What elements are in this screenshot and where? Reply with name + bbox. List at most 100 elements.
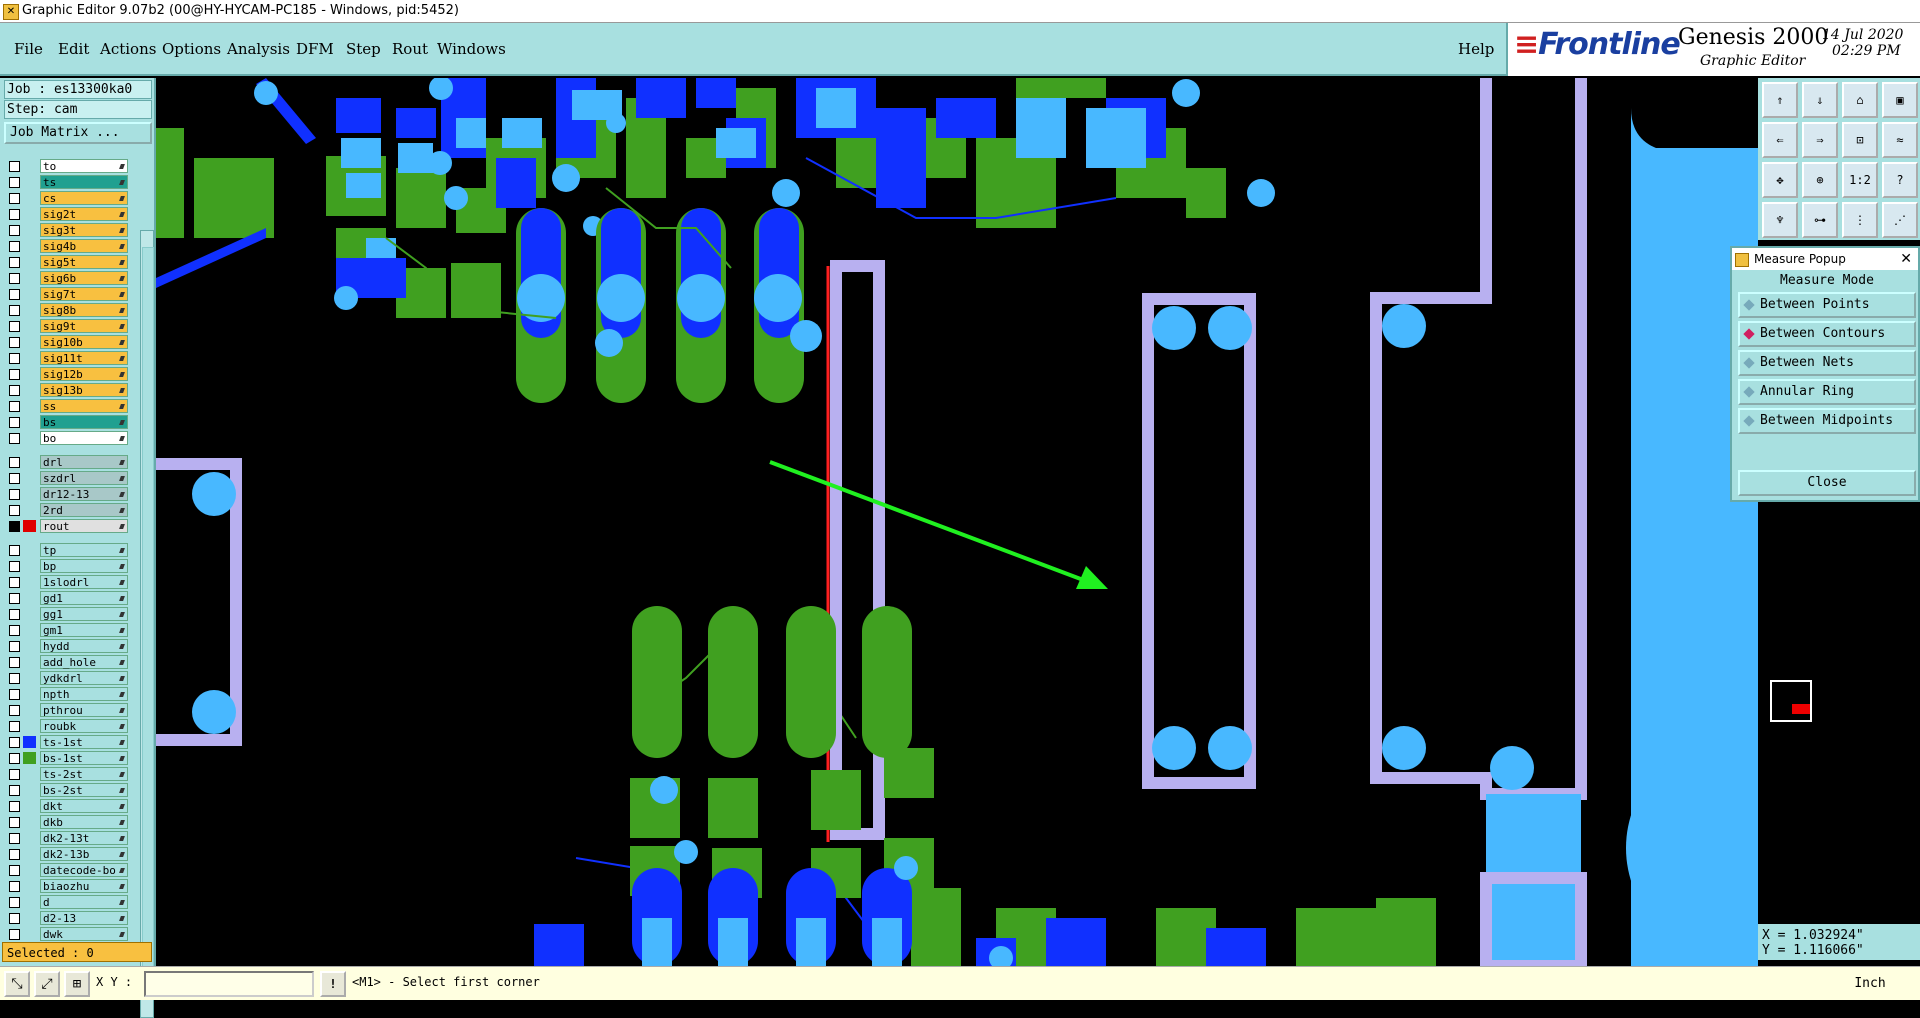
alert-icon[interactable]: ! [320,971,346,997]
layer-color-swatch[interactable] [23,736,36,748]
layer-color-swatch[interactable] [23,544,36,556]
help-icon[interactable]: ? [1882,162,1918,198]
layer-color-swatch[interactable] [23,352,36,364]
layer-checkbox[interactable] [9,897,20,908]
layer-name[interactable]: ydkdrl [40,671,128,685]
layer-name[interactable]: dkb [40,815,128,829]
layer-name[interactable]: dkt [40,799,128,813]
layer-row-sig4b[interactable]: sig4b [6,238,128,254]
layer-checkbox[interactable] [9,833,20,844]
xy-input[interactable] [144,971,314,997]
layer-row-sig10b[interactable]: sig10b [6,334,128,350]
layer-name[interactable]: sig12b [40,367,128,381]
layer-row-ts[interactable]: ts [6,174,128,190]
scale-icon[interactable]: 1:2 [1842,162,1878,198]
layer-name[interactable]: dk2-13b [40,847,128,861]
menu-help[interactable]: Help [1458,23,1494,76]
menu-analysis[interactable]: Analysis [227,23,290,76]
layer-name[interactable]: npth [40,687,128,701]
layer-checkbox[interactable] [9,641,20,652]
layer-name[interactable]: dr12-13 [40,487,128,501]
layer-checkbox[interactable] [9,225,20,236]
layer-row-drl[interactable]: drl [6,454,128,470]
layer-row-ts-2st[interactable]: ts-2st [6,766,128,782]
layer-row-hydd[interactable]: hydd [6,638,128,654]
layer-row-sig9t[interactable]: sig9t [6,318,128,334]
layer-color-swatch[interactable] [23,752,36,764]
layer-row-dr12-13[interactable]: dr12-13 [6,486,128,502]
layer-name[interactable]: d2-13 [40,911,128,925]
layer-row-bs[interactable]: bs [6,414,128,430]
layer-checkbox[interactable] [9,929,20,940]
layer-checkbox[interactable] [9,753,20,764]
layer-color-swatch[interactable] [23,592,36,604]
layer-color-swatch[interactable] [23,160,36,172]
layer-tool-icon[interactable]: ⋰ [1882,202,1918,238]
menu-actions[interactable]: Actions [100,23,156,76]
layer-name[interactable]: roubk [40,719,128,733]
zoom-in-icon[interactable]: ⇑ [1762,82,1798,118]
layer-name[interactable]: ss [40,399,128,413]
layer-checkbox[interactable] [9,801,20,812]
center-icon[interactable]: ⊕ [1802,162,1838,198]
pan-right-icon[interactable]: ⇒ [1802,122,1838,158]
measure-close-button[interactable]: Close [1738,470,1916,496]
mode-annular-ring[interactable]: Annular Ring [1738,379,1916,405]
layer-row-ydkdrl[interactable]: ydkdrl [6,670,128,686]
layer-row-bs-1st[interactable]: bs-1st [6,750,128,766]
layer-color-swatch[interactable] [23,848,36,860]
layer-checkbox[interactable] [9,177,20,188]
layer-color-swatch[interactable] [23,896,36,908]
layer-row-sig13b[interactable]: sig13b [6,382,128,398]
overview-minimap[interactable] [1770,680,1812,722]
fit-icon[interactable]: ⊡ [1842,122,1878,158]
layer-row-pthrou[interactable]: pthrou [6,702,128,718]
layer-checkbox[interactable] [9,521,20,532]
layer-checkbox[interactable] [9,257,20,268]
layer-row-gm1[interactable]: gm1 [6,622,128,638]
layer-row-dkb[interactable]: dkb [6,814,128,830]
layer-checkbox[interactable] [9,209,20,220]
layer-checkbox[interactable] [9,689,20,700]
layer-name[interactable]: 1slodrl [40,575,128,589]
layer-checkbox[interactable] [9,457,20,468]
layer-name[interactable]: sig11t [40,351,128,365]
layer-color-swatch[interactable] [23,472,36,484]
layer-color-swatch[interactable] [23,288,36,300]
select-tool-icon[interactable]: ⊶ [1802,202,1838,238]
layer-color-swatch[interactable] [23,504,36,516]
layer-name[interactable]: sig7t [40,287,128,301]
net-tool-icon[interactable]: ⋮ [1842,202,1878,238]
layer-row-cs[interactable]: cs [6,190,128,206]
layer-name[interactable]: 2rd [40,503,128,517]
layer-name[interactable]: add_hole [40,655,128,669]
menu-dfm[interactable]: DFM [296,23,334,76]
layer-name[interactable]: bs-2st [40,783,128,797]
layer-row-2rd[interactable]: 2rd [6,502,128,518]
layer-checkbox[interactable] [9,593,20,604]
layer-name[interactable]: ts [40,175,128,189]
layer-checkbox[interactable] [9,273,20,284]
layer-color-swatch[interactable] [23,400,36,412]
layer-row-sig11t[interactable]: sig11t [6,350,128,366]
layer-color-swatch[interactable] [23,912,36,924]
close-icon[interactable]: ✕ [1900,248,1912,270]
layer-row-bs-2st[interactable]: bs-2st [6,782,128,798]
layer-row-biaozhu[interactable]: biaozhu [6,878,128,894]
layer-color-swatch[interactable] [23,832,36,844]
layer-checkbox[interactable] [9,321,20,332]
layer-name[interactable]: cs [40,191,128,205]
layer-name[interactable]: to [40,159,128,173]
snap-diagonal-icon[interactable]: ⤢ [34,971,60,997]
redraw-icon[interactable]: ≈ [1882,122,1918,158]
layer-checkbox[interactable] [9,545,20,556]
layer-checkbox[interactable] [9,625,20,636]
layer-name[interactable]: rout [40,519,128,533]
layer-checkbox[interactable] [9,657,20,668]
layer-color-swatch[interactable] [23,880,36,892]
layer-name[interactable]: gm1 [40,623,128,637]
layer-color-swatch[interactable] [23,816,36,828]
layer-checkbox[interactable] [9,289,20,300]
layer-name[interactable]: datecode-bo [40,863,128,877]
layer-row-bp[interactable]: bp [6,558,128,574]
